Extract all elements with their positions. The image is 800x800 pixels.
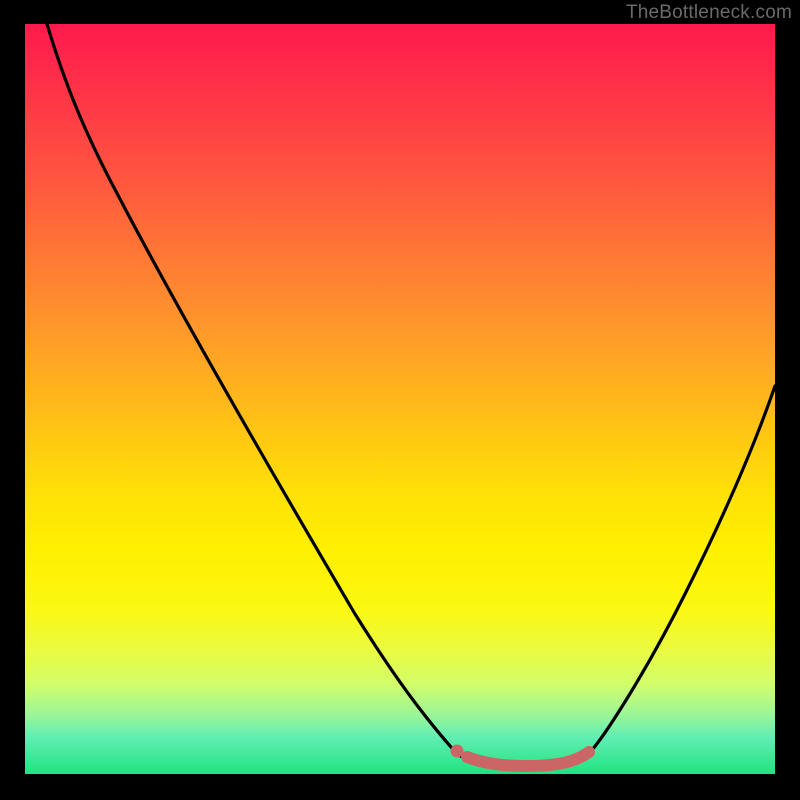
valley-segment-marker [467,752,589,766]
chart-svg [25,24,775,774]
plot-area [25,24,775,774]
left-curve [47,24,457,754]
watermark-text: TheBottleneck.com [626,2,792,24]
valley-start-marker [451,745,464,758]
chart-frame: TheBottleneck.com [0,0,800,800]
right-curve [587,386,775,755]
